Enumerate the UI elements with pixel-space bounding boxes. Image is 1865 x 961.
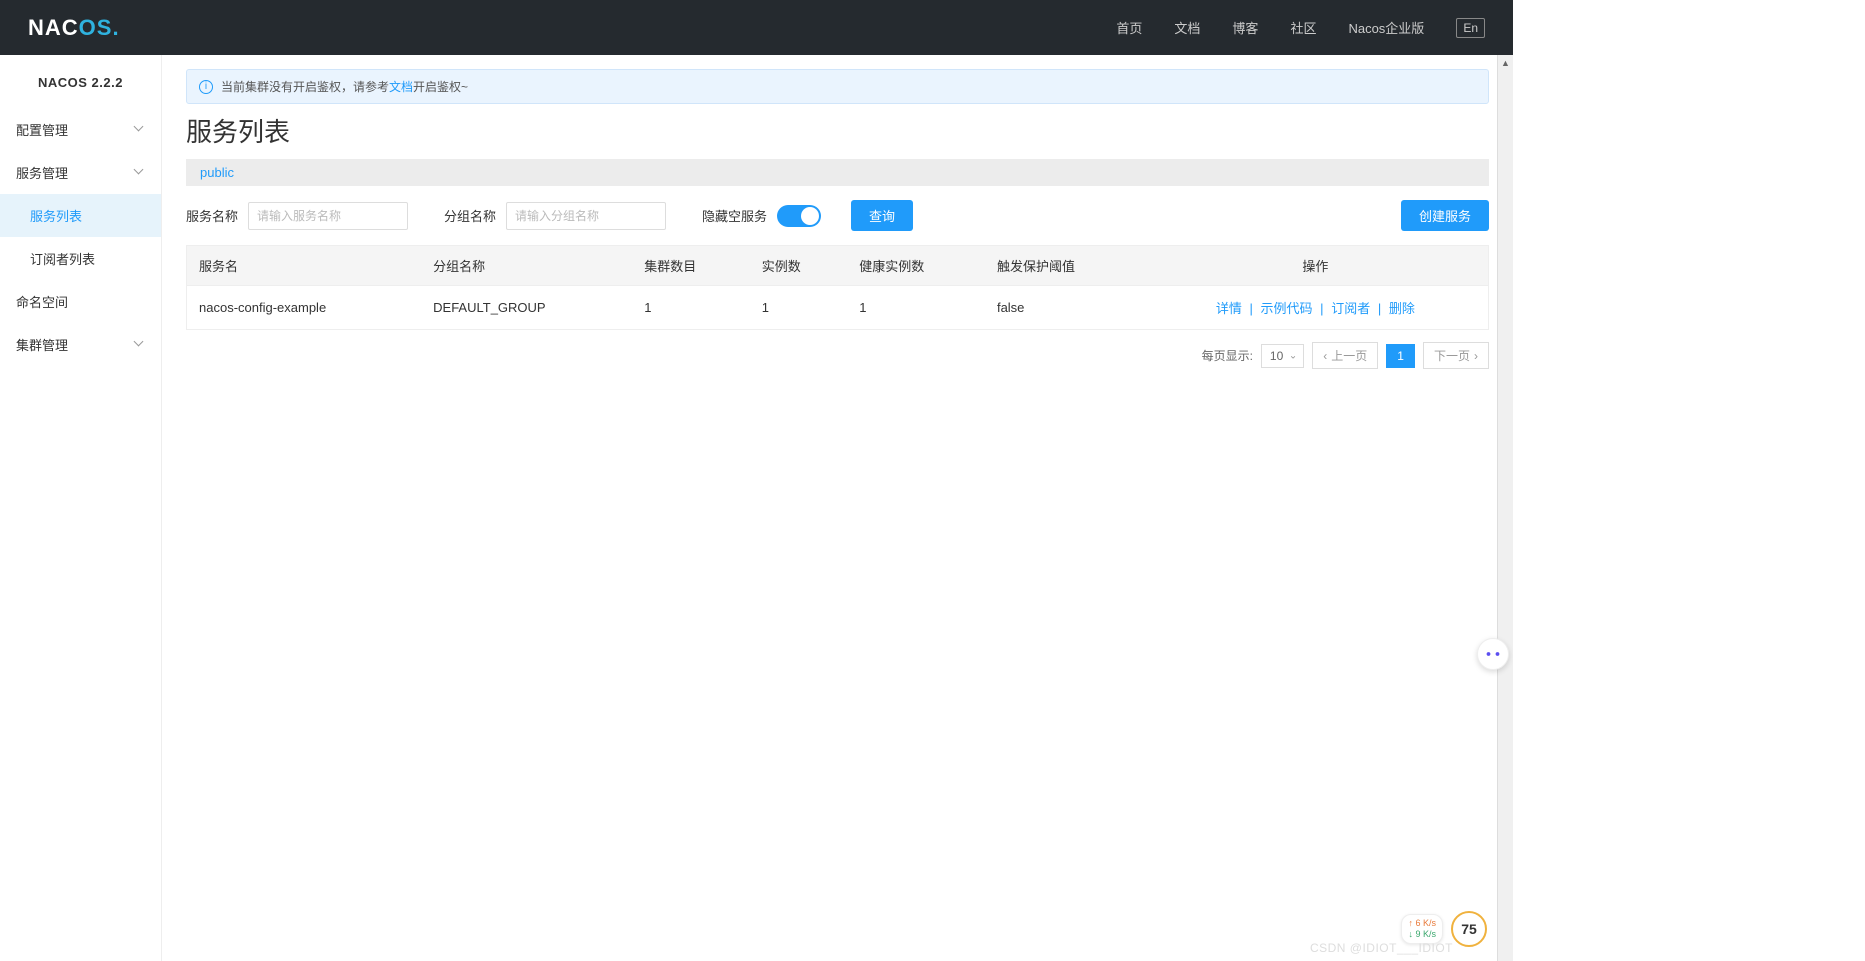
per-page-select[interactable]: 10 ⌄: [1261, 344, 1304, 368]
top-header: NACOS. 首页 文档 博客 社区 Nacos企业版 En: [0, 0, 1513, 55]
service-table: 服务名 分组名称 集群数目 实例数 健康实例数 触发保护阈值 操作 nacos-…: [186, 245, 1489, 330]
service-name-input[interactable]: [248, 202, 408, 230]
action-detail[interactable]: 详情: [1216, 301, 1242, 316]
sidebar-item-label: 集群管理: [16, 335, 68, 354]
table-header-row: 服务名 分组名称 集群数目 实例数 健康实例数 触发保护阈值 操作: [187, 246, 1489, 286]
per-page-label: 每页显示:: [1202, 347, 1253, 364]
cell-instance-count: 1: [750, 286, 847, 330]
scrollbar[interactable]: ▲: [1497, 55, 1513, 961]
logo[interactable]: NACOS.: [28, 15, 120, 41]
namespace-public[interactable]: public: [200, 165, 234, 180]
nav-blog[interactable]: 博客: [1232, 18, 1258, 37]
score-value: 75: [1461, 921, 1477, 937]
chevron-down-icon: ⌄: [1289, 350, 1297, 361]
col-actions: 操作: [1143, 246, 1489, 286]
prev-label: 上一页: [1331, 347, 1367, 364]
col-cluster-count: 集群数目: [632, 246, 750, 286]
sidebar-item-label: 命名空间: [16, 292, 68, 311]
sidebar-item-namespace[interactable]: 命名空间: [0, 280, 161, 323]
group-name-input[interactable]: [506, 202, 666, 230]
info-icon: i: [199, 80, 213, 94]
cell-group-name: DEFAULT_GROUP: [421, 286, 632, 330]
auth-alert: i 当前集群没有开启鉴权，请参考 文档 开启鉴权~: [186, 69, 1489, 104]
chat-widget[interactable]: [1477, 638, 1509, 670]
col-threshold: 触发保护阈值: [985, 246, 1143, 286]
cell-actions: 详情 | 示例代码 | 订阅者 | 删除: [1143, 286, 1489, 330]
prev-page-button[interactable]: 上一页: [1312, 342, 1378, 369]
next-label: 下一页: [1434, 347, 1470, 364]
alert-text-after: 开启鉴权~: [413, 78, 468, 95]
page-1-button[interactable]: 1: [1386, 344, 1415, 368]
action-subscribers[interactable]: 订阅者: [1331, 301, 1370, 316]
action-sep: |: [1250, 301, 1253, 316]
sidebar-title: NACOS 2.2.2: [0, 75, 161, 90]
table-row: nacos-config-example DEFAULT_GROUP 1 1 1…: [187, 286, 1489, 330]
cell-cluster-count: 1: [632, 286, 750, 330]
cell-healthy-count: 1: [847, 286, 985, 330]
per-page-value: 10: [1270, 349, 1283, 363]
sidebar-item-cluster[interactable]: 集群管理: [0, 323, 161, 366]
action-sep: |: [1378, 301, 1381, 316]
query-button[interactable]: 查询: [851, 200, 913, 231]
sidebar-item-service-list[interactable]: 服务列表: [0, 194, 161, 237]
nav-home[interactable]: 首页: [1116, 18, 1142, 37]
next-page-button[interactable]: 下一页: [1423, 342, 1489, 369]
col-group-name: 分组名称: [421, 246, 632, 286]
namespace-bar: public: [186, 159, 1489, 186]
col-instance-count: 实例数: [750, 246, 847, 286]
action-delete[interactable]: 删除: [1389, 301, 1415, 316]
sidebar: NACOS 2.2.2 配置管理 服务管理 服务列表 订阅者列表 命名空间 集群…: [0, 55, 162, 961]
hide-empty-label: 隐藏空服务: [702, 206, 767, 225]
group-name-label: 分组名称: [444, 206, 496, 225]
chevron-down-icon: [135, 125, 145, 135]
score-circle[interactable]: 75: [1451, 911, 1487, 947]
network-badge: ↑ 6 K/s ↓ 9 K/s: [1401, 914, 1443, 944]
logo-text-co: OS: [79, 15, 113, 40]
cell-service-name: nacos-config-example: [187, 286, 422, 330]
action-sample-code[interactable]: 示例代码: [1261, 301, 1313, 316]
action-sep: |: [1320, 301, 1323, 316]
filter-bar: 服务名称 分组名称 隐藏空服务 查询 创建服务: [186, 186, 1489, 245]
page-title: 服务列表: [186, 112, 1489, 149]
alert-docs-link[interactable]: 文档: [389, 78, 413, 95]
scroll-up-icon[interactable]: ▲: [1498, 55, 1513, 71]
nav-enterprise[interactable]: Nacos企业版: [1348, 18, 1424, 37]
sidebar-item-label: 服务管理: [16, 163, 68, 182]
net-up: ↑ 6 K/s: [1408, 918, 1436, 929]
pagination: 每页显示: 10 ⌄ 上一页 1 下一页: [186, 342, 1489, 369]
main-content: i 当前集群没有开启鉴权，请参考 文档 开启鉴权~ 服务列表 public 服务…: [162, 55, 1513, 961]
sidebar-item-label: 配置管理: [16, 120, 68, 139]
chat-icon: [1484, 648, 1502, 660]
chevron-down-icon: [135, 168, 145, 178]
sidebar-item-config[interactable]: 配置管理: [0, 108, 161, 151]
logo-dot: .: [112, 15, 119, 40]
create-service-button[interactable]: 创建服务: [1401, 200, 1489, 231]
top-nav: 首页 文档 博客 社区 Nacos企业版 En: [1116, 18, 1485, 38]
sidebar-item-subscribers[interactable]: 订阅者列表: [0, 237, 161, 280]
language-toggle[interactable]: En: [1456, 18, 1485, 38]
net-down: ↓ 9 K/s: [1408, 929, 1436, 940]
hide-empty-toggle[interactable]: [777, 205, 821, 227]
chevron-down-icon: [135, 340, 145, 350]
service-name-label: 服务名称: [186, 206, 238, 225]
nav-docs[interactable]: 文档: [1174, 18, 1200, 37]
logo-text-pre: NAC: [28, 15, 79, 40]
nav-community[interactable]: 社区: [1290, 18, 1316, 37]
sidebar-item-service-mgmt[interactable]: 服务管理: [0, 151, 161, 194]
sidebar-item-label: 订阅者列表: [30, 249, 95, 268]
col-service-name: 服务名: [187, 246, 422, 286]
alert-text-before: 当前集群没有开启鉴权，请参考: [221, 78, 389, 95]
sidebar-item-label: 服务列表: [30, 206, 82, 225]
watermark: CSDN @IDIOT___IDIOT: [1310, 941, 1453, 955]
cell-threshold: false: [985, 286, 1143, 330]
col-healthy-count: 健康实例数: [847, 246, 985, 286]
